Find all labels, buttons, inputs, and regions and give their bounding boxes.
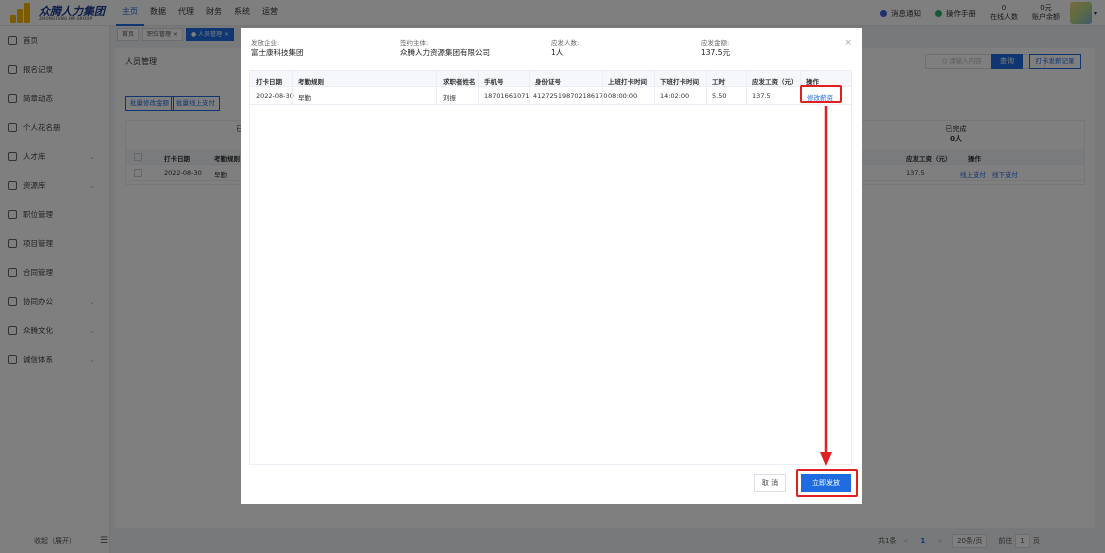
annotation-arrow (820, 106, 832, 466)
